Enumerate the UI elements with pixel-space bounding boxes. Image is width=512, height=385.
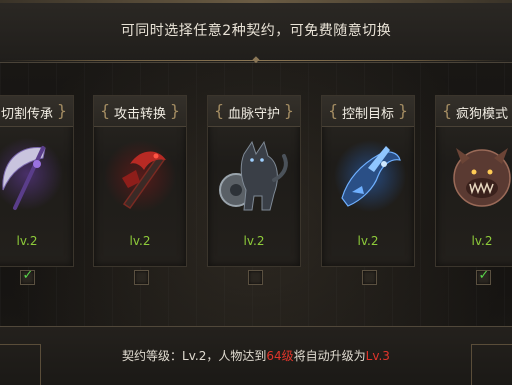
contract-level-text: 契约等级：Lv.2，人物达到64级将自动升级为Lv.3 [0, 347, 512, 364]
ornament-icon: ◆ [236, 55, 276, 65]
card-level: lv.2 [322, 234, 414, 248]
contract-card-2[interactable]: { 攻击转换 } lv.2 [93, 95, 187, 267]
top-banner: 可同时选择任意2种契约，可免费随意切换 [0, 0, 512, 63]
scythe-icon [0, 134, 67, 218]
banner-trim [0, 0, 512, 3]
contract-card-3[interactable]: { 血脉守护 } lv.2 [207, 95, 301, 267]
level-prefix: 契约等级：Lv.2，人物达到 [122, 349, 266, 363]
checkmark-icon: ✓ [477, 268, 491, 283]
select-checkbox-1[interactable]: ✓ [20, 270, 35, 285]
blue-creature-icon [328, 134, 408, 218]
card-title: 疯狗模式 [436, 103, 512, 122]
card-level: lv.2 [94, 234, 186, 248]
select-checkbox-4[interactable] [362, 270, 377, 285]
select-checkbox-2[interactable] [134, 270, 149, 285]
brace-right-icon: } [284, 101, 294, 120]
next-level: Lv.3 [366, 349, 390, 363]
brace-right-icon: } [57, 101, 67, 120]
card-header: { 控制目标 } [322, 96, 414, 127]
beast-head-icon [442, 134, 512, 218]
brace-right-icon: } [398, 101, 408, 120]
card-level: lv.2 [0, 234, 73, 248]
required-level: 64级 [266, 349, 293, 363]
contract-level-bar: 契约等级：Lv.2，人物达到64级将自动升级为Lv.3 [0, 326, 512, 385]
card-header: { 切割传承 } [0, 96, 73, 127]
wolf-shield-icon [214, 134, 294, 218]
card-level: lv.2 [436, 234, 512, 248]
level-middle: 将自动升级为 [294, 349, 366, 363]
select-checkbox-5[interactable]: ✓ [476, 270, 491, 285]
brace-right-icon: } [170, 101, 180, 120]
card-header: { 攻击转换 } [94, 96, 186, 127]
checkmark-icon: ✓ [21, 268, 35, 283]
instruction-text: 可同时选择任意2种契约，可免费随意切换 [0, 20, 512, 40]
card-header: { 疯狗模式 } [436, 96, 512, 127]
contract-card-4[interactable]: { 控制目标 } lv.2 [321, 95, 415, 267]
card-level: lv.2 [208, 234, 300, 248]
contract-card-1[interactable]: { 切割传承 } lv.2 [0, 95, 74, 267]
contract-card-5[interactable]: { 疯狗模式 } lv.2 [435, 95, 512, 267]
select-checkbox-3[interactable] [248, 270, 263, 285]
dragon-sword-icon [100, 134, 180, 218]
card-header: { 血脉守护 } [208, 96, 300, 127]
